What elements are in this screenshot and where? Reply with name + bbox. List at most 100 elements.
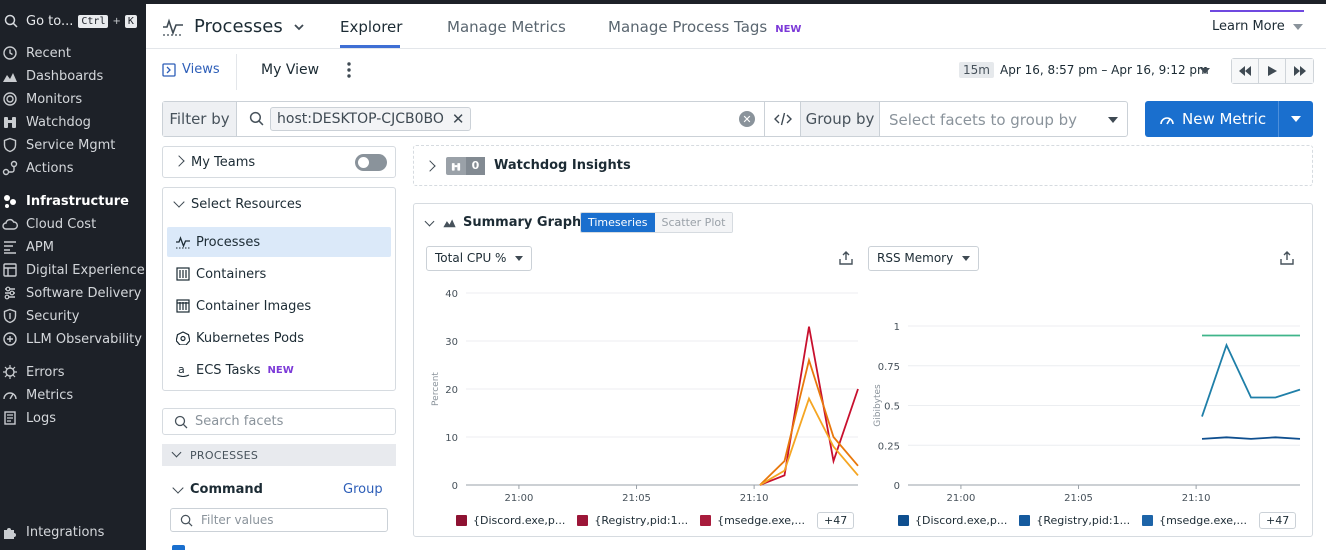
chevron-down-icon — [294, 23, 304, 30]
nav-item-logs[interactable]: Logs — [2, 408, 56, 428]
memory-legend: {Discord.exe,p... {Registry,pid:1... {ms… — [898, 512, 1297, 529]
time-range-caret-icon[interactable] — [1200, 68, 1210, 74]
watchdog-count-badge: 0 — [446, 157, 485, 175]
views-button[interactable]: Views — [162, 62, 220, 77]
clear-filter-icon[interactable]: ✕ — [739, 111, 755, 127]
legend-item[interactable]: {Registry,pid:1... — [1019, 514, 1130, 527]
nav-label: Errors — [26, 364, 65, 380]
kebab-menu-icon[interactable] — [346, 60, 352, 80]
dashboard-icon — [2, 68, 20, 84]
filter-chip[interactable]: host:DESKTOP-CJCB0BO ✕ — [270, 107, 472, 131]
security-icon — [2, 308, 20, 324]
page-title-menu[interactable]: Processes — [162, 16, 305, 37]
my-teams-toggle[interactable] — [355, 154, 387, 171]
facet-checkbox[interactable] — [172, 545, 185, 550]
nav-item-dashboards[interactable]: Dashboards — [2, 66, 103, 86]
memory-metric-dropdown[interactable]: RSS Memory — [868, 246, 980, 271]
nav-item-actions[interactable]: Actions — [2, 158, 74, 178]
resource-item-processes[interactable]: Processes — [167, 227, 391, 257]
legend-swatch — [577, 515, 589, 526]
timeseries-tab[interactable]: Timeseries — [581, 213, 655, 232]
nav-item-apm[interactable]: APM — [2, 237, 54, 257]
y-tick-label: 40 — [445, 289, 458, 300]
nav-item-software-delivery[interactable]: Software Delivery — [2, 283, 141, 303]
chevron-down-icon[interactable] — [1108, 117, 1118, 123]
watchdog-insights-panel[interactable]: 0 Watchdog Insights — [413, 145, 1313, 186]
nav-item-digital-experience[interactable]: Digital Experience — [2, 260, 145, 280]
play-button[interactable] — [1259, 59, 1286, 83]
learn-more-button[interactable]: Learn More — [1210, 10, 1304, 44]
insight-count: 0 — [466, 157, 485, 175]
memory-timeseries-chart[interactable]: 0 0.25 0.5 0.75 1 21:00 21:05 21:10 Gibibytes — [864, 279, 1312, 509]
x-tick-label: 21:00 — [505, 493, 534, 504]
search-facets-input[interactable]: Search facets — [162, 408, 396, 435]
svg-text:a: a — [178, 363, 185, 376]
my-teams-label: My Teams — [191, 155, 256, 170]
section-label: PROCESSES — [190, 448, 259, 462]
goto-search[interactable]: Go to... Ctrl + K — [4, 11, 137, 31]
nav-item-recent[interactable]: Recent — [2, 43, 71, 63]
processes-icon — [175, 234, 191, 250]
processes-section-header[interactable]: PROCESSES — [162, 444, 396, 466]
cpu-metric-dropdown[interactable]: Total CPU % — [426, 246, 533, 271]
filter-values-input[interactable]: Filter values — [170, 508, 388, 532]
resource-item-kubernetes-pods[interactable]: Kubernetes Pods — [167, 323, 391, 353]
resource-item-containers[interactable]: Containers — [167, 259, 391, 289]
tab-manage-metrics[interactable]: Manage Metrics — [447, 18, 566, 36]
my-teams-panel[interactable]: My Teams — [162, 146, 396, 178]
export-icon[interactable] — [1279, 250, 1295, 266]
y-tick-label: 0.25 — [878, 441, 900, 452]
legend-item[interactable]: {msedge.exe,... — [700, 514, 805, 527]
nav-item-metrics[interactable]: Metrics — [2, 385, 73, 405]
chevron-right-icon — [424, 160, 436, 172]
series-line — [759, 356, 859, 486]
tab-manage-process-tags[interactable]: Manage Process Tags NEW — [608, 18, 801, 36]
current-view-name[interactable]: My View — [261, 62, 319, 78]
gauge-icon — [1160, 117, 1174, 125]
nav-item-errors[interactable]: Errors — [2, 362, 64, 382]
binoculars-icon — [446, 161, 466, 172]
new-metric-dropdown[interactable] — [1279, 101, 1313, 137]
tab-explorer[interactable]: Explorer — [340, 18, 402, 36]
scatter-plot-tab[interactable]: Scatter Plot — [654, 213, 733, 232]
legend-item[interactable]: {msedge.exe,... — [1142, 514, 1247, 527]
nav-item-watchdog[interactable]: Watchdog — [2, 112, 91, 132]
time-range-picker[interactable]: Apr 16, 8:57 pm – Apr 16, 9:12 pm — [1000, 63, 1209, 77]
nav-item-integrations[interactable]: Integrations — [2, 522, 104, 542]
nav-item-security[interactable]: Security — [2, 306, 79, 326]
nav-item-llm-observability[interactable]: LLM Observability — [2, 329, 142, 349]
new-metric-button[interactable]: New Metric — [1145, 101, 1313, 137]
chevron-down-icon[interactable] — [424, 216, 435, 227]
export-icon[interactable] — [838, 250, 854, 266]
legend-item[interactable]: {Discord.exe,p... — [898, 514, 1007, 527]
code-view-button[interactable] — [764, 102, 801, 136]
close-icon[interactable]: ✕ — [452, 110, 465, 128]
resource-item-ecs-tasks[interactable]: a ECS Tasks NEW — [167, 355, 391, 385]
legend-item[interactable]: {Registry,pid:1... — [577, 514, 688, 527]
nav-item-monitors[interactable]: Monitors — [2, 89, 82, 109]
fast-forward-button[interactable] — [1286, 59, 1313, 83]
nav-label: APM — [26, 239, 54, 255]
filter-by-label: Filter by — [163, 102, 237, 136]
new-metric-main[interactable]: New Metric — [1145, 101, 1279, 137]
resource-item-container-images[interactable]: Container Images — [167, 291, 391, 321]
rewind-button[interactable] — [1232, 59, 1259, 83]
chevron-down-icon — [171, 447, 182, 458]
legend-swatch — [456, 515, 467, 526]
nav-item-service-mgmt[interactable]: Service Mgmt — [2, 135, 115, 155]
chevron-down-icon[interactable] — [172, 482, 184, 494]
more-series-button[interactable]: +47 — [1259, 512, 1297, 529]
nav-item-infrastructure[interactable]: Infrastructure — [2, 191, 129, 211]
nav-item-cloud-cost[interactable]: Cloud Cost — [2, 214, 96, 234]
watchdog-title: Watchdog Insights — [494, 158, 631, 173]
search-icon — [174, 415, 188, 429]
chevron-down-icon[interactable] — [173, 196, 185, 208]
group-by-select[interactable]: Select facets to group by — [889, 111, 1077, 129]
left-navigation: Go to... Ctrl + K Recent Dashboards Moni… — [0, 0, 146, 550]
more-series-button[interactable]: +47 — [817, 512, 855, 529]
legend-item[interactable]: {Discord.exe,p... — [456, 514, 565, 527]
nav-label: Service Mgmt — [26, 137, 116, 153]
kubernetes-icon — [175, 330, 191, 346]
cpu-timeseries-chart[interactable]: 0 10 20 30 40 21:00 21:05 21:10 Percent — [414, 279, 864, 509]
group-link[interactable]: Group — [343, 482, 383, 497]
